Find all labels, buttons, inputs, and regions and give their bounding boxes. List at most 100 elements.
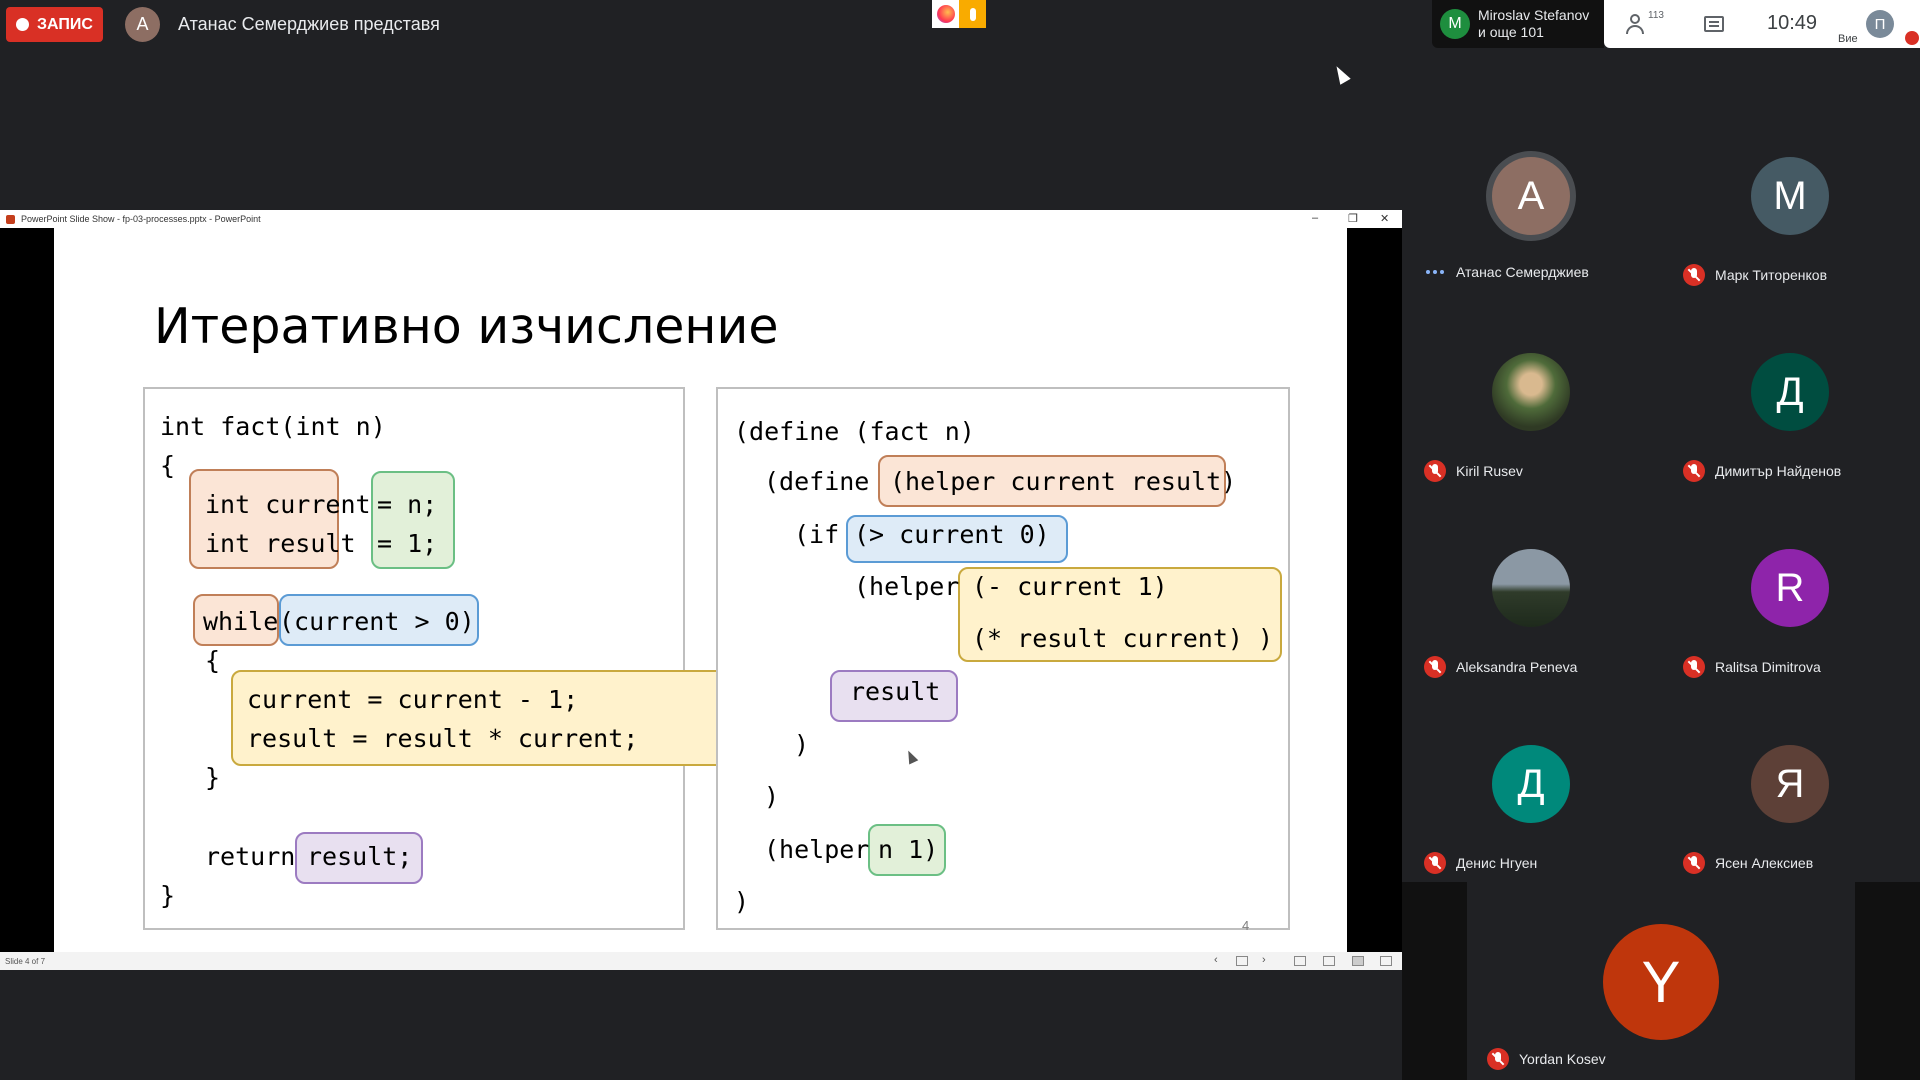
minimize-button[interactable]: –	[1312, 212, 1318, 224]
next-slide-icon[interactable]: ›	[1262, 954, 1266, 966]
participant-name: Aleksandra Peneva	[1456, 659, 1578, 675]
code-line: (helper current result)	[890, 467, 1237, 496]
participant-avatar: M	[1751, 157, 1829, 235]
recording-indicator[interactable]: ЗАПИС	[6, 7, 103, 42]
reading-view-icon[interactable]	[1352, 956, 1364, 966]
microphone-in-use-icon[interactable]	[959, 0, 986, 28]
participant-tile[interactable]: А Атанас Семерджиев	[1402, 97, 1661, 293]
participant-avatar: Д	[1751, 353, 1829, 431]
participant-avatar: А	[1492, 157, 1570, 235]
pinned-avatar: M	[1440, 9, 1470, 39]
participant-name: Атанас Семерджиев	[1456, 264, 1589, 280]
participants-button[interactable]: 113	[1626, 10, 1664, 36]
code-line: result;	[307, 842, 413, 871]
slide-title: Итеративно изчисление	[154, 298, 779, 355]
mic-off-icon	[1683, 656, 1705, 678]
mic-off-icon	[1424, 460, 1446, 482]
powerpoint-titlebar: PowerPoint Slide Show - fp-03-processes.…	[0, 210, 1402, 228]
participant-name: Yordan Kosev	[1519, 1051, 1606, 1067]
code-line: }	[205, 763, 221, 792]
code-line: n 1)	[878, 835, 939, 864]
record-dot-icon	[16, 18, 30, 31]
slide-sorter-icon[interactable]	[1323, 956, 1335, 966]
participant-tile[interactable]: Д Денис Нгуен	[1402, 685, 1661, 881]
code-line: (- current 1)	[972, 572, 1168, 601]
self-avatar[interactable]: П	[1866, 10, 1894, 38]
participant-avatar: Д	[1492, 745, 1570, 823]
code-line: )	[734, 887, 750, 916]
participant-avatar: R	[1751, 549, 1829, 627]
participant-tile[interactable]: Kiril Rusev	[1402, 293, 1661, 489]
code-line: {	[205, 646, 221, 675]
code-line: (* result current) )	[972, 624, 1274, 653]
code-line: current = current - 1;	[247, 685, 579, 714]
powerpoint-window: PowerPoint Slide Show - fp-03-processes.…	[0, 210, 1402, 970]
close-button[interactable]: ✕	[1380, 212, 1389, 225]
participant-tile[interactable]: Д Димитър Найденов	[1661, 293, 1920, 489]
code-line: int fact(int n)	[160, 412, 386, 441]
participant-tile[interactable]: Я Ясен Алексиев	[1661, 685, 1920, 881]
code-line: {	[160, 451, 176, 480]
participant-avatar: Я	[1751, 745, 1829, 823]
mic-off-icon	[1683, 460, 1705, 482]
self-muted-icon	[1905, 31, 1919, 45]
code-line: = n;	[377, 490, 438, 519]
participant-tile[interactable]: M Марк Титоренков	[1661, 97, 1920, 293]
prev-slide-icon[interactable]: ‹	[1214, 954, 1218, 966]
restore-button[interactable]: ❐	[1348, 212, 1358, 225]
pinned-participant[interactable]: M Miroslav Stefanov и още 101	[1432, 0, 1604, 48]
mic-off-icon	[1424, 656, 1446, 678]
c-code-panel: int fact(int n) { int current = n; int r…	[143, 387, 747, 930]
powerpoint-statusbar: Slide 4 of 7 ‹ ›	[0, 952, 1402, 970]
slide-counter: Slide 4 of 7	[5, 956, 46, 966]
people-icon	[1630, 14, 1640, 24]
code-line: int result	[205, 529, 356, 558]
self-label: Вие	[1838, 33, 1858, 45]
scheme-code-panel: (define (fact n) (define (helper current…	[716, 387, 1290, 930]
code-line: while	[203, 607, 279, 636]
code-line: result = result * current;	[247, 724, 639, 753]
participant-name: Kiril Rusev	[1456, 463, 1523, 479]
participant-name: Ясен Алексиев	[1715, 855, 1814, 871]
slideshow-icon[interactable]	[1380, 956, 1392, 966]
mic-off-icon	[1487, 1048, 1509, 1070]
code-line: )	[764, 782, 780, 811]
slide: Итеративно изчисление int fact(int n) { …	[54, 228, 1347, 952]
system-tray	[932, 0, 986, 28]
normal-view-icon[interactable]	[1294, 956, 1306, 966]
code-line: result	[850, 677, 941, 706]
chat-icon[interactable]	[1704, 16, 1724, 32]
firefox-icon[interactable]	[932, 0, 959, 28]
window-title: PowerPoint Slide Show - fp-03-processes.…	[21, 214, 261, 224]
participant-name: Димитър Найденов	[1715, 463, 1842, 479]
code-line: int current	[205, 490, 371, 519]
code-line: )	[794, 730, 810, 759]
meeting-controls: 113 10:49 П Вие	[1604, 0, 1920, 48]
participant-name: Марк Титоренков	[1715, 267, 1828, 283]
code-line: (> current 0)	[854, 520, 1050, 549]
participant-name: Ralitsa Dimitrova	[1715, 659, 1821, 675]
clock: 10:49	[1767, 12, 1818, 34]
mic-off-icon	[1683, 264, 1705, 286]
code-line: return	[205, 842, 296, 871]
code-line: }	[160, 881, 176, 910]
speaking-icon	[1424, 270, 1446, 274]
presenter-info: А Атанас Семерджиев представя	[125, 7, 440, 42]
participant-tile[interactable]: R Ralitsa Dimitrova	[1661, 489, 1920, 685]
pinned-others: и още 101	[1478, 24, 1544, 40]
participants-grid: А Атанас Семерджиев M Марк Титоренков Ki…	[1402, 97, 1920, 882]
participant-tile[interactable]: Aleksandra Peneva	[1402, 489, 1661, 685]
meet-window: ЗАПИС А Атанас Семерджиев представя M Mi…	[0, 0, 1920, 1080]
mic-off-icon	[1424, 852, 1446, 874]
code-line: (if	[794, 520, 840, 549]
pinned-name: Miroslav Stefanov	[1478, 7, 1590, 23]
presenter-text: Атанас Семерджиев представя	[178, 14, 440, 34]
code-line: (define (fact n)	[734, 417, 975, 446]
featured-participant-tile[interactable]: Y Yordan Kosev	[1467, 882, 1855, 1080]
mic-off-icon	[1683, 852, 1705, 874]
slide-menu-icon[interactable]	[1236, 956, 1248, 966]
participant-photo	[1492, 549, 1570, 627]
participant-avatar: Y	[1603, 924, 1719, 1040]
presenter-avatar: А	[125, 7, 160, 42]
mouse-cursor-icon	[1331, 63, 1351, 85]
